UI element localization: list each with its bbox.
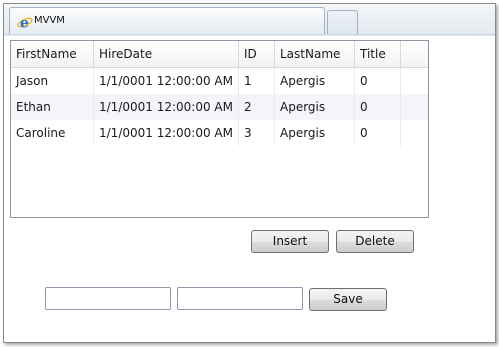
column-header-filler — [401, 41, 428, 67]
internet-explorer-icon: e — [17, 16, 33, 31]
insert-button[interactable]: Insert — [251, 230, 329, 253]
first-name-input[interactable] — [45, 287, 171, 310]
cell-id: 3 — [239, 120, 275, 146]
column-header-firstname[interactable]: FirstName — [11, 41, 94, 67]
cell-filler — [401, 68, 428, 94]
grid-header: FirstName HireDate ID LastName Title — [11, 41, 428, 68]
save-button[interactable]: Save — [309, 288, 387, 311]
cell-firstname: Jason — [11, 68, 94, 94]
column-header-hiredate[interactable]: HireDate — [94, 41, 239, 67]
cell-title: 0 — [355, 120, 401, 146]
cell-lastname: Apergis — [275, 120, 355, 146]
cell-firstname: Ethan — [11, 94, 94, 120]
content-divider — [4, 34, 495, 35]
cell-hiredate: 1/1/0001 12:00:00 AM — [94, 120, 239, 146]
cell-hiredate: 1/1/0001 12:00:00 AM — [94, 94, 239, 120]
column-header-lastname[interactable]: LastName — [275, 41, 355, 67]
cell-lastname: Apergis — [275, 94, 355, 120]
tab-mvvm[interactable]: e MVVM — [9, 7, 325, 34]
cell-firstname: Caroline — [11, 120, 94, 146]
cell-filler — [401, 120, 428, 146]
table-row[interactable]: Caroline 1/1/0001 12:00:00 AM 3 Apergis … — [11, 120, 428, 146]
employee-data-grid[interactable]: FirstName HireDate ID LastName Title Jas… — [10, 40, 429, 218]
table-row[interactable]: Ethan 1/1/0001 12:00:00 AM 2 Apergis 0 — [11, 94, 428, 120]
browser-window: e MVVM FirstName HireDate ID LastName Ti… — [3, 3, 496, 343]
delete-button[interactable]: Delete — [336, 230, 414, 253]
cell-id: 2 — [239, 94, 275, 120]
cell-lastname: Apergis — [275, 68, 355, 94]
cell-id: 1 — [239, 68, 275, 94]
svg-text:e: e — [20, 16, 29, 31]
cell-title: 0 — [355, 68, 401, 94]
tab-title: MVVM — [34, 15, 65, 26]
last-name-input[interactable] — [177, 287, 303, 310]
cell-hiredate: 1/1/0001 12:00:00 AM — [94, 68, 239, 94]
cell-filler — [401, 94, 428, 120]
column-header-id[interactable]: ID — [239, 41, 275, 67]
tab-strip: e MVVM — [4, 4, 495, 36]
cell-title: 0 — [355, 94, 401, 120]
table-row[interactable]: Jason 1/1/0001 12:00:00 AM 1 Apergis 0 — [11, 68, 428, 94]
new-tab-button[interactable] — [327, 10, 358, 34]
column-header-title[interactable]: Title — [355, 41, 401, 67]
